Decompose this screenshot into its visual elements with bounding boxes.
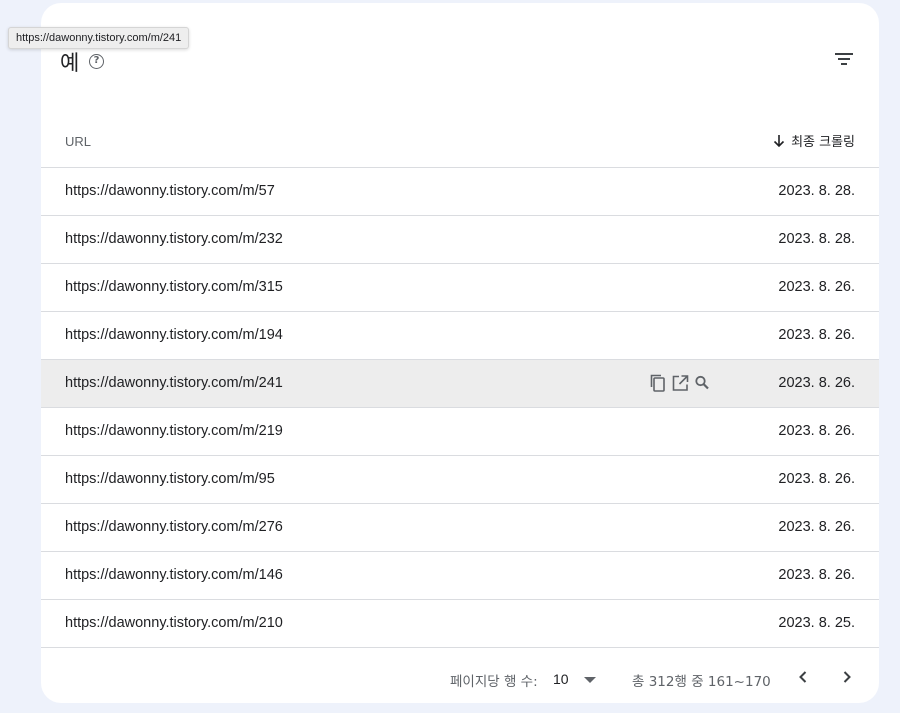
row-last-crawled: 2023. 8. 26.	[778, 519, 855, 535]
filter-button[interactable]	[829, 45, 859, 75]
table-row[interactable]: https://dawonny.tistory.com/m/315 2023. 8…	[41, 264, 879, 312]
table-row[interactable]: https://dawonny.tistory.com/m/276 2023. 8…	[41, 504, 879, 552]
row-last-crawled: 2023. 8. 26.	[778, 471, 855, 487]
row-url[interactable]: https://dawonny.tistory.com/m/315	[65, 279, 283, 295]
table-row[interactable]: https://dawonny.tistory.com/m/95 2023. 8.…	[41, 456, 879, 504]
rows-per-page-value: 10	[553, 671, 569, 687]
caret-down-icon	[584, 677, 596, 683]
row-last-crawled: 2023. 8. 25.	[778, 615, 855, 631]
next-page-button[interactable]	[835, 665, 859, 689]
card-title: 예	[60, 51, 80, 75]
index-report-card: 예 ? URL 최종 크롤링 https://dawonny.tistory.c…	[41, 3, 879, 703]
row-url[interactable]: https://dawonny.tistory.com/m/194	[65, 327, 283, 343]
arrow-down-icon	[773, 134, 785, 147]
copy-icon	[650, 374, 665, 392]
rows-per-page-select[interactable]: 10	[551, 667, 601, 691]
row-url[interactable]: https://dawonny.tistory.com/m/241	[65, 375, 283, 391]
previous-page-button[interactable]	[791, 665, 815, 689]
row-last-crawled: 2023. 8. 28.	[778, 231, 855, 247]
table-row[interactable]: https://dawonny.tistory.com/m/219 2023. 8…	[41, 408, 879, 456]
table-row[interactable]: https://dawonny.tistory.com/m/146 2023. 8…	[41, 552, 879, 600]
column-header-last-crawled-label: 최종 크롤링	[791, 135, 855, 150]
table-row[interactable]: https://dawonny.tistory.com/m/194 2023. 8…	[41, 312, 879, 360]
row-last-crawled: 2023. 8. 26.	[778, 327, 855, 343]
row-actions	[649, 372, 711, 394]
column-header-url: URL	[65, 134, 92, 149]
inspect-url-button[interactable]	[693, 372, 711, 394]
rows-per-page-label: 페이지당 행 수:	[450, 674, 538, 690]
row-last-crawled: 2023. 8. 26.	[778, 375, 855, 391]
table-row[interactable]: https://dawonny.tistory.com/m/241 2023. 8…	[41, 360, 879, 408]
row-url[interactable]: https://dawonny.tistory.com/m/210	[65, 615, 283, 631]
row-url[interactable]: https://dawonny.tistory.com/m/219	[65, 423, 283, 439]
copy-url-button[interactable]	[649, 372, 667, 394]
row-url[interactable]: https://dawonny.tistory.com/m/146	[65, 567, 283, 583]
column-header-last-crawled[interactable]: 최종 크롤링	[773, 131, 855, 150]
help-icon[interactable]: ?	[89, 54, 104, 69]
chevron-left-icon	[799, 671, 807, 683]
url-tooltip: https://dawonny.tistory.com/m/241	[8, 27, 190, 49]
row-last-crawled: 2023. 8. 28.	[778, 183, 855, 199]
table-header: URL 최종 크롤링	[41, 115, 879, 168]
table-row[interactable]: https://dawonny.tistory.com/m/57 2023. 8.…	[41, 168, 879, 216]
table-row[interactable]: https://dawonny.tistory.com/m/232 2023. 8…	[41, 216, 879, 264]
pagination-bar: 페이지당 행 수: 10 총 312행 중 161~170	[41, 651, 879, 703]
row-last-crawled: 2023. 8. 26.	[778, 567, 855, 583]
row-url[interactable]: https://dawonny.tistory.com/m/95	[65, 471, 275, 487]
row-last-crawled: 2023. 8. 26.	[778, 279, 855, 295]
open-in-new-tab-button[interactable]	[671, 372, 689, 394]
table-row[interactable]: https://dawonny.tistory.com/m/210 2023. 8…	[41, 600, 879, 648]
chevron-right-icon	[843, 671, 851, 683]
row-last-crawled: 2023. 8. 26.	[778, 423, 855, 439]
filter-icon	[835, 53, 853, 65]
row-url[interactable]: https://dawonny.tistory.com/m/232	[65, 231, 283, 247]
row-url[interactable]: https://dawonny.tistory.com/m/57	[65, 183, 275, 199]
search-icon	[695, 375, 709, 390]
open-in-new-icon	[672, 375, 689, 391]
pagination-range: 총 312행 중 161~170	[632, 674, 771, 690]
row-url[interactable]: https://dawonny.tistory.com/m/276	[65, 519, 283, 535]
